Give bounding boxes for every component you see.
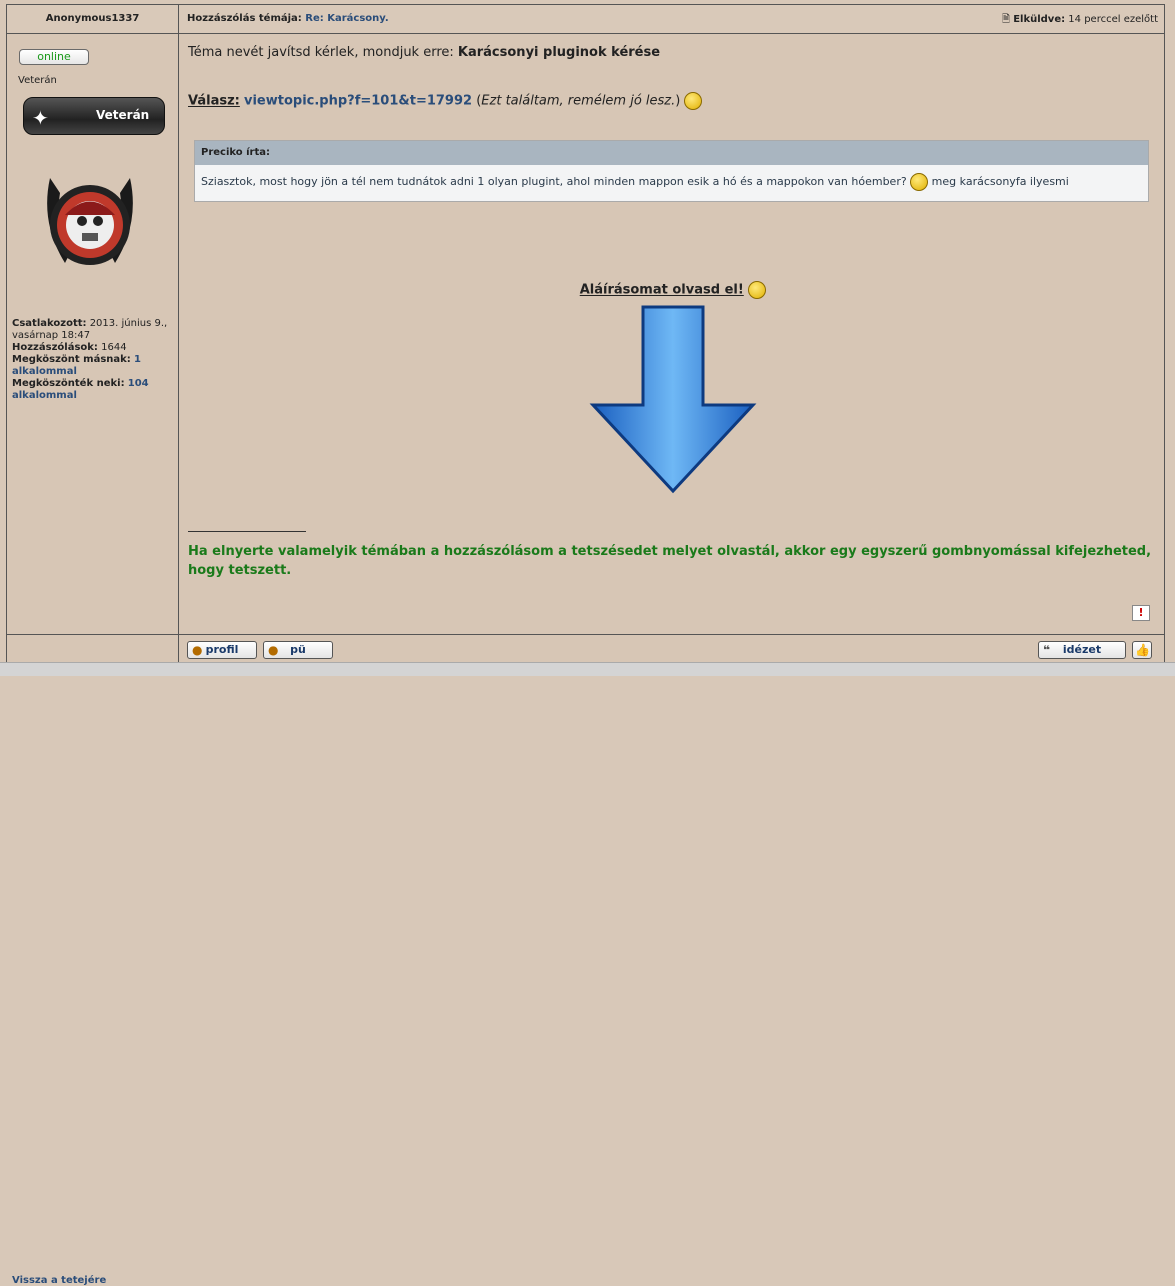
profile-column: online Veterán ✦ Veterán Csatlakozott: 2… [7,5,179,662]
post-icon: 🗎 [1001,14,1010,25]
answer-line: Válasz: viewtopic.php?f=101&t=17992 (Ezt… [188,92,703,110]
quote-button[interactable]: ❝ idézet [1038,641,1126,659]
post-frame: Anonymous1337 Hozzászólás témája: Re: Ka… [6,4,1165,1286]
bottom-strip [0,662,1175,676]
rank-badge: ✦ Veterán [23,97,165,135]
subject-label: Hozzászólás témája: [187,13,302,24]
smiley-icon [748,281,767,299]
posts-value: 1644 [101,342,127,353]
quote-header: Preciko írta: [195,141,1148,165]
sent-label: Elküldve: [1013,14,1066,25]
online-status: online [19,49,89,65]
answer-note-open: ( [472,93,482,109]
pm-button-label: pü [290,643,306,656]
joined-label: Csatlakozott: [12,318,87,329]
signature-title-text: Aláírásomat olvasd el! [579,282,744,298]
quote-text-1: Sziasztok, most hogy jön a tél nem tudná… [201,175,907,188]
thumbs-up-icon: 👍 [1135,643,1150,657]
sent-value: 14 perccel ezelőtt [1068,14,1158,25]
answer-link[interactable]: viewtopic.php?f=101&t=17992 [244,94,472,109]
rank-badge-label: Veterán [96,108,150,122]
body-line-1: Téma nevét javítsd kérlek, mondjuk erre:… [188,45,660,60]
line1-text: Téma nevét javítsd kérlek, mondjuk erre: [188,45,458,60]
back-to-top-link[interactable]: Vissza a tetejére [12,1275,106,1286]
answer-label: Válasz: [188,93,240,109]
thumbs-up-button[interactable]: 👍 [1132,641,1152,659]
avatar [47,178,133,265]
answer-note-close: ) [675,93,681,109]
signature-text: Ha elnyerte valamelyik témában a hozzász… [188,544,1152,578]
smiley-icon [910,173,929,191]
quote-box: Preciko írta: Sziasztok, most hogy jön a… [194,140,1149,202]
report-icon[interactable]: ! [1132,605,1150,621]
post-header: Anonymous1337 Hozzászólás témája: Re: Ka… [7,5,1164,34]
rifle-icon: ✦ [32,106,49,130]
answer-note: Ezt találtam, remélem jó lesz. [481,93,676,109]
signature-title: Aláírásomat olvasd el! [188,281,1158,299]
profile-button-label: profil [205,643,239,656]
line1-bold: Karácsonyi pluginok kérése [457,45,661,60]
smiley-icon [684,92,703,110]
quote-text-2: meg karácsonyfa ilyesmi [928,175,1069,188]
profile-info: Csatlakozott: 2013. június 9., vasárnap … [12,318,177,402]
down-arrow-icon [589,305,757,494]
pm-button[interactable]: ● pü [263,641,333,659]
quote-button-label: idézet [1062,643,1102,656]
subject-link[interactable]: Re: Karácsony. [305,13,388,24]
quote-body: Sziasztok, most hogy jön a tél nem tudná… [195,165,1148,199]
post-footer: Vissza a tetejére [7,634,1164,1286]
thanks-received-label: Megköszönték neki: [12,378,125,389]
posts-label: Hozzászólások: [12,342,98,353]
post-sent: 🗎 Elküldve: 14 perccel ezelőtt [1002,12,1158,29]
post-subject: Hozzászólás témája: Re: Karácsony. [187,13,389,24]
profile-button[interactable]: ● profil [187,641,257,659]
rank-text: Veterán [18,75,57,86]
signature-rule [188,531,306,532]
thanked-label: Megköszönt másnak: [12,354,131,365]
